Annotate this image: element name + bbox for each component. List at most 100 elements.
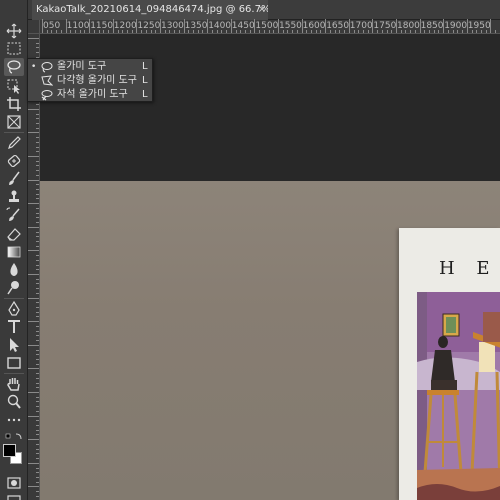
ruler-tick — [490, 19, 492, 33]
ruler-tick — [485, 30, 487, 33]
ruler-tick — [174, 30, 176, 33]
ruler-tick — [424, 30, 426, 33]
path-select-tool-icon[interactable] — [4, 336, 24, 354]
lasso-tool-icon[interactable] — [4, 58, 24, 76]
lasso-icon — [40, 61, 53, 73]
crop-tool-icon[interactable] — [4, 95, 24, 113]
move-tool-icon[interactable] — [4, 22, 24, 40]
foreground-color-swatch[interactable] — [3, 444, 16, 457]
ruler-tick — [216, 30, 218, 33]
ruler-tick — [27, 132, 39, 134]
ruler-tick — [36, 104, 39, 106]
ruler-tick — [164, 30, 166, 33]
ruler-tick — [36, 387, 39, 389]
ruler-tick — [207, 19, 209, 33]
polygonal-lasso-icon — [40, 75, 54, 87]
eraser-tool-icon[interactable] — [4, 225, 24, 243]
history-brush-tool-icon[interactable] — [4, 206, 24, 224]
ruler-tick — [150, 30, 152, 33]
ruler-tick — [36, 406, 39, 408]
screen-mode-icon[interactable] — [4, 490, 24, 500]
healing-brush-tool-icon[interactable] — [4, 152, 24, 170]
ruler-tick — [36, 165, 39, 167]
ruler-tick — [254, 19, 256, 33]
ruler-tick — [46, 30, 48, 33]
ruler-tick — [65, 19, 67, 33]
ruler-tick — [108, 30, 110, 33]
ruler-tick — [36, 481, 39, 483]
ruler-tick — [36, 491, 39, 493]
object-select-tool-icon[interactable] — [4, 77, 24, 95]
blur-tool-icon[interactable] — [4, 261, 24, 279]
swap-colors-icon[interactable] — [4, 428, 24, 440]
ruler-tick — [36, 52, 39, 54]
ruler-tick — [462, 30, 464, 33]
ruler-tick — [452, 30, 454, 33]
ruler-tick — [362, 30, 364, 33]
ruler-tick — [155, 30, 157, 33]
flyout-item-polygonal-lasso[interactable]: 다각형 올가미 도구 L — [28, 74, 152, 88]
ruler-tick — [235, 30, 237, 33]
ruler-tick — [27, 250, 39, 252]
ruler-tick — [263, 30, 265, 33]
brush-tool-icon[interactable] — [4, 170, 24, 188]
ruler-tick — [391, 30, 393, 33]
ruler-tick — [292, 30, 294, 33]
zoom-tool-icon[interactable] — [4, 393, 24, 411]
ruler-tick — [36, 401, 39, 403]
dodge-tool-icon[interactable] — [4, 279, 24, 297]
rectangle-tool-icon[interactable] — [4, 354, 24, 372]
ruler-tick — [414, 30, 416, 33]
vertical-ruler[interactable] — [27, 34, 40, 500]
flyout-item-magnetic-lasso[interactable]: 자석 올가미 도구 L — [28, 88, 152, 102]
ruler-tick — [169, 30, 171, 33]
ruler-tick — [51, 30, 53, 33]
gradient-tool-icon[interactable] — [4, 243, 24, 261]
ruler-tick — [36, 448, 39, 450]
flyout-item-lasso[interactable]: • 올가미 도구 L — [28, 60, 152, 74]
ruler-tick — [471, 30, 473, 33]
frame-tool-icon[interactable] — [4, 113, 24, 131]
type-tool-icon[interactable] — [4, 318, 24, 336]
ruler-tick — [36, 118, 39, 120]
ruler-tick — [126, 30, 128, 33]
ruler-tick — [42, 19, 43, 33]
ruler-tick — [183, 19, 185, 33]
ruler-tick — [141, 30, 143, 33]
ruler-tick — [36, 42, 39, 44]
ruler-tick — [36, 425, 39, 427]
more-tools-icon[interactable] — [4, 411, 24, 429]
ruler-tick — [249, 30, 251, 33]
ruler-origin[interactable] — [28, 20, 40, 34]
ruler-tick — [386, 30, 388, 33]
clone-stamp-tool-icon[interactable] — [4, 188, 24, 206]
ruler-tick — [93, 30, 95, 33]
hand-tool-icon[interactable] — [4, 375, 24, 393]
ruler-tick — [36, 255, 39, 257]
lasso-tool-flyout-menu: • 올가미 도구 L 다각형 올가미 도구 L 자석 올가미 도구 L — [27, 58, 153, 102]
photoshop-window: H E KakaoTalk_20210614_094846474.jpg @ 6… — [0, 0, 500, 500]
ruler-tick — [36, 335, 39, 337]
horizontal-ruler[interactable]: 050 1100 1150 1200 1250 1300 1350 1400 1450 1500 1… — [40, 19, 500, 34]
ruler-tick — [36, 472, 39, 474]
ruler-tick — [348, 19, 350, 33]
ruler-tick — [334, 30, 336, 33]
ruler-tick — [160, 19, 161, 33]
document-tab[interactable]: KakaoTalk_20210614_094846474.jpg @ 66.7%… — [32, 0, 268, 20]
ruler-tick — [438, 30, 440, 33]
marquee-tool-icon[interactable] — [4, 40, 24, 58]
ruler-tick — [36, 349, 39, 351]
ruler-tick — [27, 179, 39, 181]
ruler-tick — [311, 30, 313, 33]
pen-tool-icon[interactable] — [4, 300, 24, 318]
ruler-tick — [36, 363, 39, 365]
eyedropper-tool-icon[interactable] — [4, 134, 24, 152]
ruler-tick — [36, 170, 39, 172]
flyout-item-label: 다각형 올가미 도구 — [57, 75, 137, 86]
ruler-tick — [36, 358, 39, 360]
ruler-tick — [36, 160, 39, 162]
ruler-tick — [36, 127, 39, 129]
ruler-tick — [36, 207, 39, 209]
close-tab-icon[interactable]: × — [256, 0, 268, 20]
ruler-tick — [344, 30, 346, 33]
